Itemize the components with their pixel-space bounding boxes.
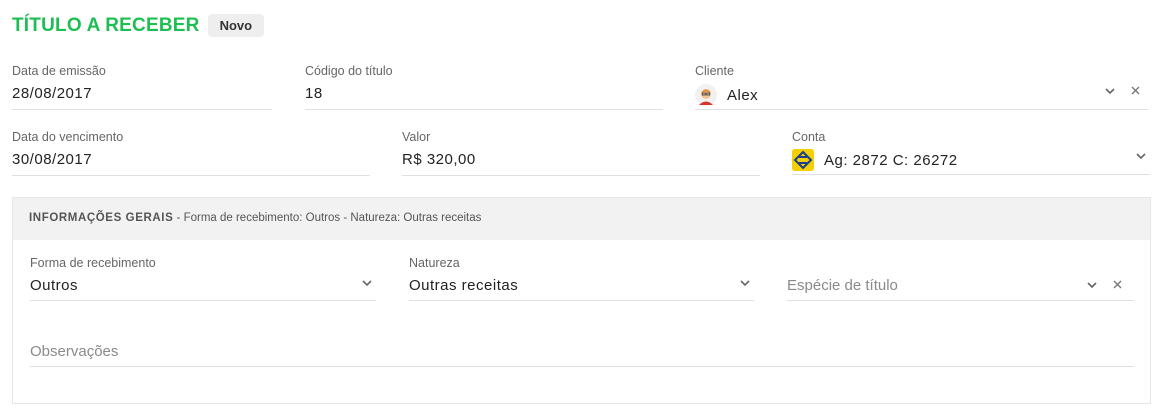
conta-label: Conta — [792, 130, 826, 144]
cliente-value-wrap: Alex — [695, 84, 758, 106]
valor-value: R$ 320,00 — [402, 151, 476, 168]
avatar — [695, 84, 717, 106]
forma-recebimento-label: Forma de recebimento — [30, 256, 156, 270]
panel-title: INFORMAÇÕES GERAIS — [29, 212, 174, 224]
chevron-down-icon[interactable] — [1105, 87, 1115, 94]
forma-recebimento-field[interactable]: Forma de recebimento Outros — [30, 256, 376, 301]
data-emissao-field[interactable]: Data de emissão 28/08/2017 — [12, 64, 272, 110]
chevron-down-icon[interactable] — [1136, 153, 1146, 159]
forma-recebimento-controls — [362, 280, 372, 286]
forma-recebimento-value: Outros — [30, 277, 79, 294]
natureza-field[interactable]: Natureza Outras receitas — [409, 256, 754, 301]
observacoes-field[interactable]: Observações — [30, 333, 1134, 367]
codigo-titulo-field[interactable]: Código do título 18 — [305, 64, 663, 110]
chevron-down-icon[interactable] — [362, 280, 372, 286]
natureza-label: Natureza — [409, 256, 460, 270]
conta-controls — [1136, 153, 1146, 159]
observacoes-placeholder: Observações — [30, 343, 119, 360]
bank-logo-icon — [792, 149, 814, 171]
data-vencimento-field[interactable]: Data do vencimento 30/08/2017 — [12, 130, 370, 176]
data-vencimento-value: 30/08/2017 — [12, 151, 93, 168]
especie-titulo-placeholder: Espécie de título — [787, 277, 898, 294]
page-header: TÍTULO A RECEBER Novo — [12, 14, 265, 37]
cliente-label: Cliente — [695, 64, 734, 78]
valor-label: Valor — [402, 130, 431, 144]
especie-titulo-field[interactable]: Espécie de título — [787, 256, 1134, 301]
panel-header[interactable]: INFORMAÇÕES GERAIS - Forma de recebiment… — [13, 198, 1150, 240]
panel-summary: - Forma de recebimento: Outros - Naturez… — [173, 212, 482, 224]
page-title: TÍTULO A RECEBER — [12, 14, 200, 36]
conta-value: Ag: 2872 C: 26272 — [824, 151, 958, 169]
cliente-field[interactable]: Cliente Alex — [695, 64, 1148, 110]
close-icon[interactable] — [1131, 86, 1140, 95]
chevron-down-icon[interactable] — [1087, 281, 1097, 288]
especie-titulo-controls — [1087, 280, 1122, 289]
natureza-controls — [740, 280, 750, 286]
informacoes-gerais-panel: INFORMAÇÕES GERAIS - Forma de recebiment… — [12, 197, 1151, 404]
cliente-controls — [1105, 86, 1140, 95]
conta-field[interactable]: Conta Ag: 2872 C: 26272 — [792, 130, 1150, 175]
data-vencimento-label: Data do vencimento — [12, 130, 124, 144]
cliente-value: Alex — [727, 86, 759, 104]
data-emissao-label: Data de emissão — [12, 64, 106, 78]
codigo-titulo-value: 18 — [305, 85, 323, 102]
data-emissao-value: 28/08/2017 — [12, 85, 93, 102]
close-icon[interactable] — [1113, 280, 1122, 289]
codigo-titulo-label: Código do título — [305, 64, 393, 78]
status-badge: Novo — [207, 14, 265, 37]
chevron-down-icon[interactable] — [740, 280, 750, 286]
natureza-value: Outras receitas — [409, 277, 519, 294]
conta-value-wrap: Ag: 2872 C: 26272 — [792, 149, 958, 171]
panel-header-text: INFORMAÇÕES GERAIS - Forma de recebiment… — [29, 212, 481, 224]
valor-field[interactable]: Valor R$ 320,00 — [402, 130, 760, 176]
